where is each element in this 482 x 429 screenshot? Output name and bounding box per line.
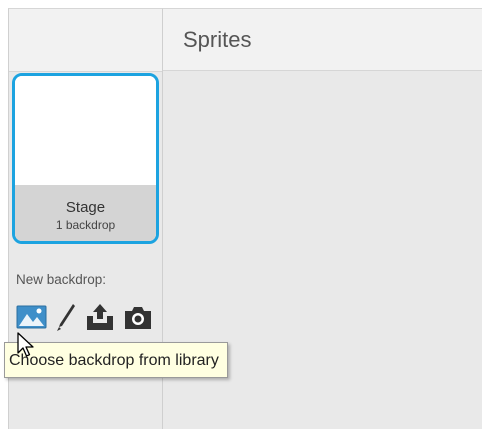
landscape-library-icon bbox=[16, 305, 47, 329]
paintbrush-icon bbox=[57, 304, 75, 331]
tooltip: Choose backdrop from library bbox=[4, 342, 228, 378]
stage-thumbnail-card[interactable]: Stage 1 backdrop bbox=[12, 73, 159, 244]
upload-backdrop-button[interactable] bbox=[84, 302, 116, 332]
stage-card-label-area: Stage 1 backdrop bbox=[15, 185, 156, 241]
sprites-panel-header: Sprites bbox=[163, 8, 482, 71]
new-backdrop-label: New backdrop: bbox=[16, 272, 107, 287]
scratch-editor-stage-sprites-area: Sprites Stage 1 backdrop New backdrop: C… bbox=[0, 0, 482, 429]
backdrop-count-label: 1 backdrop bbox=[55, 218, 116, 232]
stage-column-header bbox=[9, 9, 162, 72]
camera-icon bbox=[125, 307, 151, 329]
mouse-pointer-icon bbox=[17, 332, 34, 357]
camera-backdrop-button[interactable] bbox=[122, 302, 154, 332]
choose-backdrop-library-button[interactable] bbox=[16, 302, 48, 332]
sprites-title: Sprites bbox=[183, 27, 252, 52]
upload-icon bbox=[87, 304, 113, 330]
stage-preview-image bbox=[15, 76, 156, 185]
stage-name-label: Stage bbox=[65, 199, 106, 216]
new-backdrop-buttons bbox=[16, 302, 161, 332]
tooltip-text: Choose backdrop from library bbox=[9, 352, 219, 369]
paint-new-backdrop-button[interactable] bbox=[54, 302, 78, 332]
